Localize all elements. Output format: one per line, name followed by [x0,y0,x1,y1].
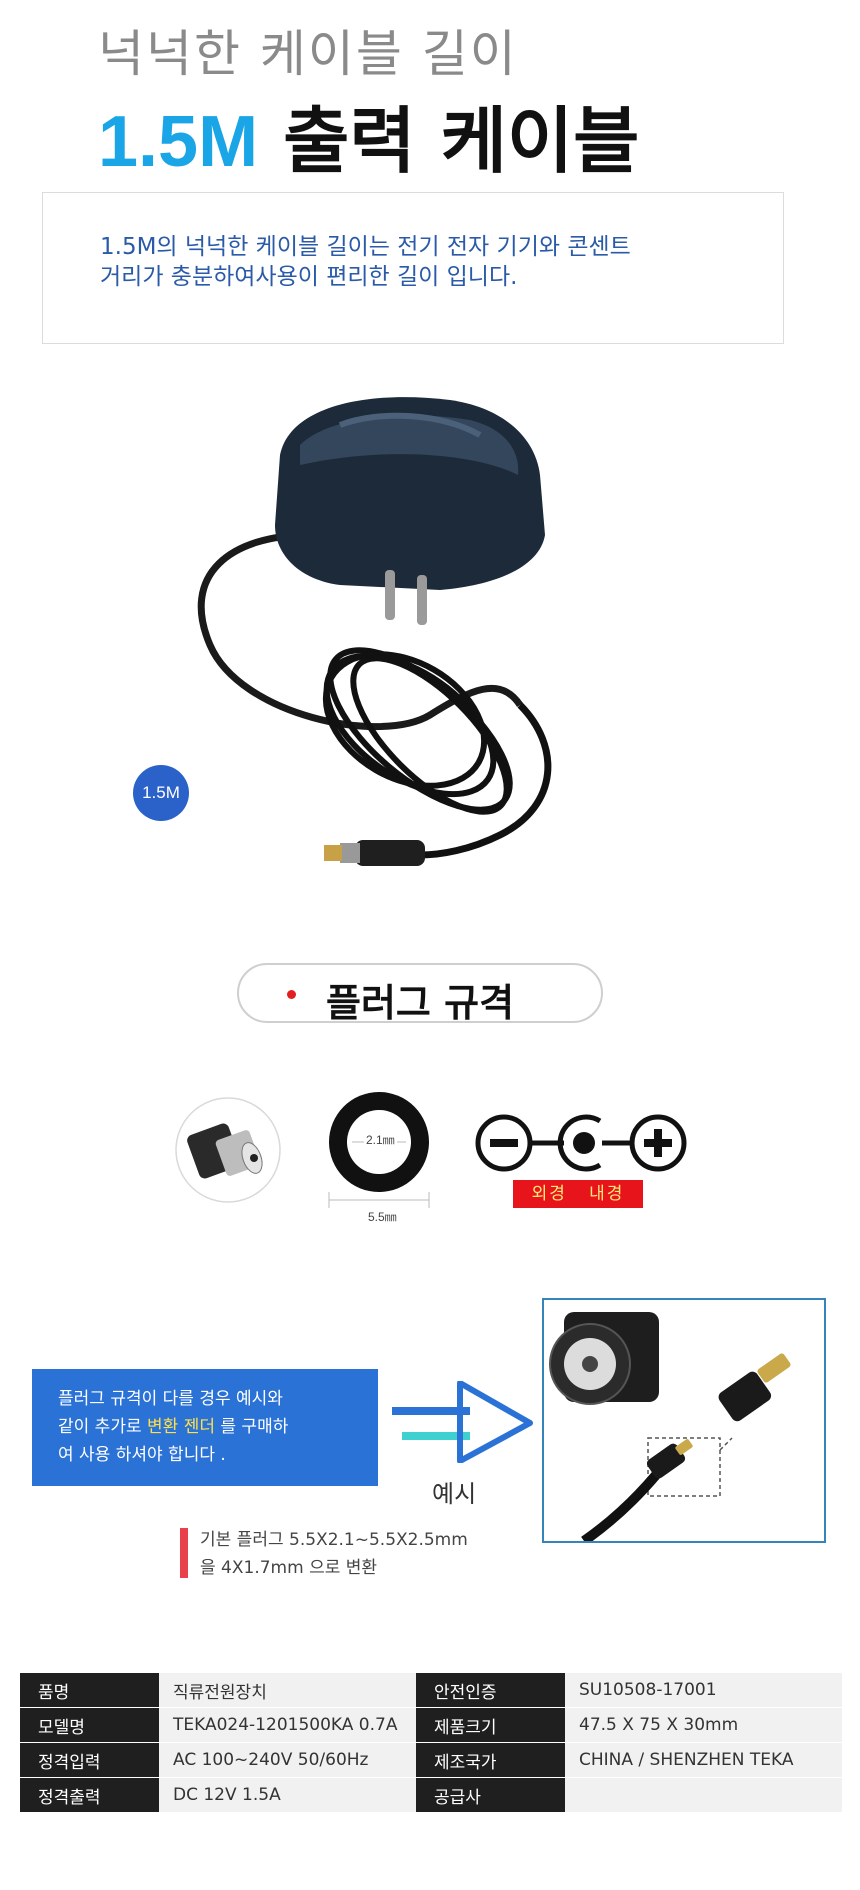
plug-dimension-diagram [328,1092,430,1208]
spec-value: DC 12V 1.5A [159,1777,416,1813]
plug-end-image [175,1097,281,1203]
spec-value: SU10508-17001 [565,1673,842,1708]
description-line-2: 거리가 충분하여사용이 편리한 길이 입니다. [100,264,518,290]
converter-highlight: 변환 젠더 [147,1417,215,1437]
spec-value: 47.5 X 75 X 30mm [565,1707,842,1743]
plug-spec-heading: 플러그 규격 [326,981,515,1025]
notice-line-2-suffix: 를 구매하 [214,1417,289,1437]
description-text: 1.5M의 넉넉한 케이블 길이는 전기 전자 기기와 콘센트 거리가 충분하여… [100,232,631,292]
converter-illustration [549,1312,791,1546]
outer-diameter-label: 5.5㎜ [366,1208,399,1225]
spec-label: 공급사 [416,1777,565,1813]
note-line-2: 을 4X1.7mm 으로 변환 [200,1558,378,1578]
table-row: 정격입력 AC 100~240V 50/60Hz 제조국가 CHINA / SHENZ… [20,1742,842,1778]
polarity-symbol-icon [475,1114,687,1172]
specs-table: 품명 직류전원장치 안전인증 SU10508-17001 모델명 TEKA024-1201… [20,1673,842,1813]
spec-value: TEKA024-1201500KA 0.7A [159,1707,416,1743]
arrow-right-icon [392,1381,533,1463]
table-row: 품명 직류전원장치 안전인증 SU10508-17001 [20,1673,842,1708]
bullet-dot [287,990,296,999]
inner-diameter-label: 2.1㎜ [364,1131,397,1148]
spec-label: 제조국가 [416,1742,565,1778]
note-text: 기본 플러그 5.5X2.1~5.5X2.5mm 을 4X1.7mm 으로 변환 [200,1526,468,1582]
header-title-text: 출력 케이블 [283,99,640,183]
note-line-1: 기본 플러그 5.5X2.1~5.5X2.5mm [200,1530,468,1550]
header-title: 1.5M 출력 케이블 [98,82,639,187]
power-adapter-image [197,397,552,866]
header-title-length: 1.5M [98,102,259,182]
spec-label: 정격입력 [20,1742,159,1778]
notice-line-2: 같이 추가로 변환 젠더 를 구매하 [58,1413,368,1441]
description-line-1: 1.5M의 넉넉한 케이블 길이는 전기 전자 기기와 콘센트 [100,234,631,260]
example-label: 예시 [432,1480,477,1508]
spec-label: 품명 [20,1673,159,1708]
table-row: 모델명 TEKA024-1201500KA 0.7A 제품크기 47.5 X 75 X… [20,1707,842,1743]
converter-example-image [542,1298,826,1546]
notice-line-2-prefix: 같이 추가로 [58,1417,148,1437]
notice-line-3: 여 사용 하셔야 합니다 . [58,1445,226,1465]
notice-text: 플러그 규격이 다를 경우 예시와 같이 추가로 변환 젠더 를 구매하 여 사… [58,1385,368,1469]
spec-value: AC 100~240V 50/60Hz [159,1742,416,1778]
notice-line-1: 플러그 규격이 다를 경우 예시와 [58,1389,283,1409]
spec-value [565,1777,842,1813]
spec-label: 제품크기 [416,1707,565,1743]
spec-value: 직류전원장치 [159,1673,416,1708]
cable-length-badge: 1.5M [133,765,189,821]
header-subtitle: 넉넉한 케이블 길이 [98,25,518,83]
spec-label: 정격출력 [20,1777,159,1813]
spec-label: 모델명 [20,1707,159,1743]
spec-label: 안전인증 [416,1673,565,1708]
note-accent-bar [180,1528,188,1578]
spec-value: CHINA / SHENZHEN TEKA [565,1742,842,1778]
polarity-label: 외경 내경 [513,1180,643,1208]
table-row: 정격출력 DC 12V 1.5A 공급사 [20,1777,842,1813]
